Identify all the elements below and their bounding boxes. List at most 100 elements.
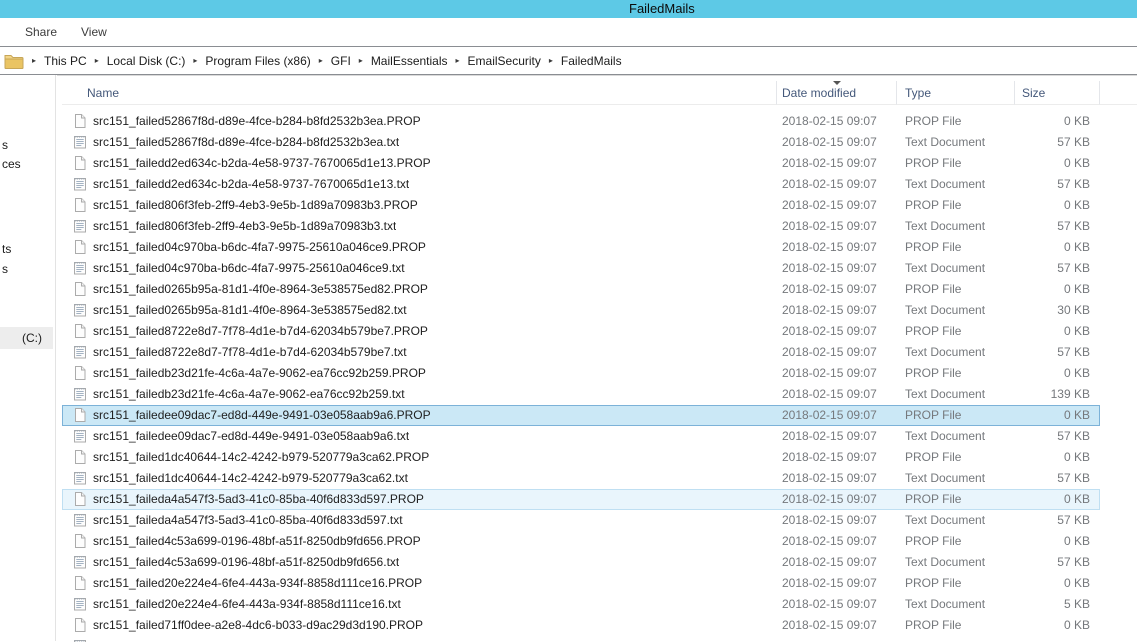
file-row[interactable]: src151_failed1dc40644-14c2-4242-b979-520…: [62, 447, 1100, 468]
file-row[interactable]: src151_failed8722e8d7-7f78-4d1e-b7d4-620…: [62, 342, 1100, 363]
file-name: src151_failed04c970ba-b6dc-4fa7-9975-256…: [93, 237, 426, 258]
file-size: 0 KB: [1015, 573, 1090, 594]
file-row[interactable]: src151_failed806f3feb-2ff9-4eb3-9e5b-1d8…: [62, 195, 1100, 216]
file-row[interactable]: src151_failedb23d21fe-4c6a-4a7e-9062-ea7…: [62, 384, 1100, 405]
text-file-icon: [72, 344, 88, 360]
file-type: Text Document: [905, 468, 985, 489]
file-row[interactable]: src151_failed20e224e4-6fe4-443a-934f-885…: [62, 573, 1100, 594]
file-size: 0 KB: [1015, 405, 1090, 426]
file-row[interactable]: src151_failed52867f8d-d89e-4fce-b284-b8f…: [62, 132, 1100, 153]
column-header-name[interactable]: Name: [62, 81, 777, 105]
file-date-modified: 2018-02-15 09:07: [782, 426, 877, 447]
file-type: PROP File: [905, 405, 961, 426]
file-size: 57 KB: [1015, 258, 1090, 279]
breadcrumb-item[interactable]: Local Disk (C:): [107, 54, 186, 68]
breadcrumb-item[interactable]: EmailSecurity: [468, 54, 541, 68]
file-type: PROP File: [905, 615, 961, 636]
explorer-window: FailedMails Share View ▸ This PC ▸ Local…: [0, 0, 1137, 641]
file-date-modified: 2018-02-15 09:07: [782, 153, 877, 174]
file-date-modified: 2018-02-15 09:07: [782, 447, 877, 468]
file-size: 0 KB: [1015, 237, 1090, 258]
file-list-panel: Name Date modified Type Size: [57, 75, 1137, 641]
file-size: 0 KB: [1015, 153, 1090, 174]
file-row[interactable]: src151_failedd2ed634c-b2da-4e58-9737-767…: [62, 153, 1100, 174]
menu-view[interactable]: View: [81, 25, 107, 39]
file-row[interactable]: src151_failed1dc40644-14c2-4242-b979-520…: [62, 468, 1100, 489]
file-row[interactable]: src151_failedee09dac7-ed8d-449e-9491-03e…: [62, 405, 1100, 426]
file-size: 0 KB: [1015, 363, 1090, 384]
column-header-size[interactable]: Size: [1015, 81, 1100, 105]
file-row[interactable]: src151_failed0265b95a-81d1-4f0e-8964-3e5…: [62, 300, 1100, 321]
file-type: PROP File: [905, 279, 961, 300]
nav-pane-item-fragment[interactable]: s: [2, 138, 8, 152]
file-row[interactable]: [62, 636, 1100, 642]
file-date-modified: 2018-02-15 09:07: [782, 552, 877, 573]
file-row[interactable]: src151_failed4c53a699-0196-48bf-a51f-825…: [62, 531, 1100, 552]
file-row[interactable]: src151_failed806f3feb-2ff9-4eb3-9e5b-1d8…: [62, 216, 1100, 237]
file-date-modified: 2018-02-15 09:07: [782, 111, 877, 132]
text-file-icon: [72, 428, 88, 444]
file-type: PROP File: [905, 153, 961, 174]
file-row[interactable]: src151_failed0265b95a-81d1-4f0e-8964-3e5…: [62, 279, 1100, 300]
address-bar[interactable]: ▸ This PC ▸ Local Disk (C:) ▸ Program Fi…: [0, 46, 1137, 75]
nav-pane-item-fragment[interactable]: s: [2, 262, 8, 276]
file-name: src151_failed20e224e4-6fe4-443a-934f-885…: [93, 594, 401, 615]
file-row[interactable]: src151_failedb23d21fe-4c6a-4a7e-9062-ea7…: [62, 363, 1100, 384]
file-size: 57 KB: [1015, 216, 1090, 237]
file-row[interactable]: src151_failed71ff0dee-a2e8-4dc6-b033-d9a…: [62, 615, 1100, 636]
prop-file-icon: [72, 239, 88, 255]
breadcrumb-item[interactable]: MailEssentials: [371, 54, 448, 68]
file-date-modified: 2018-02-15 09:07: [782, 615, 877, 636]
file-row[interactable]: src151_failedd2ed634c-b2da-4e58-9737-767…: [62, 174, 1100, 195]
file-name: src151_failedd2ed634c-b2da-4e58-9737-767…: [93, 174, 409, 195]
file-name: src151_failed52867f8d-d89e-4fce-b284-b8f…: [93, 132, 399, 153]
file-row[interactable]: src151_faileda4a547f3-5ad3-41c0-85ba-40f…: [62, 510, 1100, 531]
window-title: FailedMails: [629, 1, 695, 16]
title-bar[interactable]: FailedMails: [0, 0, 1137, 18]
file-name: src151_failed4c53a699-0196-48bf-a51f-825…: [93, 531, 421, 552]
column-header-date-modified[interactable]: Date modified: [777, 81, 897, 105]
file-name: src151_failedb23d21fe-4c6a-4a7e-9062-ea7…: [93, 384, 405, 405]
file-type: Text Document: [905, 342, 985, 363]
file-name: src151_faileda4a547f3-5ad3-41c0-85ba-40f…: [93, 510, 403, 531]
file-date-modified: 2018-02-15 09:07: [782, 174, 877, 195]
breadcrumb-separator-icon: ▸: [549, 56, 553, 65]
file-name: src151_failed0265b95a-81d1-4f0e-8964-3e5…: [93, 279, 428, 300]
file-size: 57 KB: [1015, 552, 1090, 573]
file-date-modified: 2018-02-15 09:07: [782, 468, 877, 489]
breadcrumb-separator-icon: ▸: [193, 56, 197, 65]
file-name: src151_failed20e224e4-6fe4-443a-934f-885…: [93, 573, 422, 594]
text-file-icon: [72, 218, 88, 234]
breadcrumb-item[interactable]: Program Files (x86): [205, 54, 310, 68]
breadcrumb-item[interactable]: This PC: [44, 54, 87, 68]
file-row[interactable]: src151_failed4c53a699-0196-48bf-a51f-825…: [62, 552, 1100, 573]
file-row[interactable]: src151_failed8722e8d7-7f78-4d1e-b7d4-620…: [62, 321, 1100, 342]
file-row[interactable]: src151_failed04c970ba-b6dc-4fa7-9975-256…: [62, 258, 1100, 279]
nav-item-local-disk-c[interactable]: (C:): [0, 327, 53, 349]
file-name: src151_failed1dc40644-14c2-4242-b979-520…: [93, 468, 408, 489]
nav-pane-item-fragment[interactable]: ces: [2, 157, 21, 171]
breadcrumb-item[interactable]: FailedMails: [561, 54, 622, 68]
file-row[interactable]: src151_failed04c970ba-b6dc-4fa7-9975-256…: [62, 237, 1100, 258]
file-size: 57 KB: [1015, 342, 1090, 363]
file-row[interactable]: src151_failed20e224e4-6fe4-443a-934f-885…: [62, 594, 1100, 615]
file-type: Text Document: [905, 384, 985, 405]
text-file-icon: [72, 638, 88, 642]
file-type: PROP File: [905, 321, 961, 342]
column-header-type[interactable]: Type: [897, 81, 1015, 105]
file-date-modified: 2018-02-15 09:07: [782, 237, 877, 258]
file-date-modified: 2018-02-15 09:07: [782, 384, 877, 405]
folder-icon: [4, 53, 24, 69]
menu-share[interactable]: Share: [25, 25, 57, 39]
text-file-icon: [72, 386, 88, 402]
breadcrumb-separator-icon: ▸: [32, 56, 36, 65]
file-date-modified: 2018-02-15 09:07: [782, 531, 877, 552]
file-size: 0 KB: [1015, 321, 1090, 342]
file-name: src151_failed04c970ba-b6dc-4fa7-9975-256…: [93, 258, 405, 279]
file-row[interactable]: src151_failed52867f8d-d89e-4fce-b284-b8f…: [62, 111, 1100, 132]
file-row[interactable]: src151_failedee09dac7-ed8d-449e-9491-03e…: [62, 426, 1100, 447]
file-row[interactable]: src151_faileda4a547f3-5ad3-41c0-85ba-40f…: [62, 489, 1100, 510]
nav-pane-item-fragment[interactable]: ts: [2, 242, 11, 256]
file-name: src151_failedb23d21fe-4c6a-4a7e-9062-ea7…: [93, 363, 426, 384]
breadcrumb-item[interactable]: GFI: [331, 54, 351, 68]
